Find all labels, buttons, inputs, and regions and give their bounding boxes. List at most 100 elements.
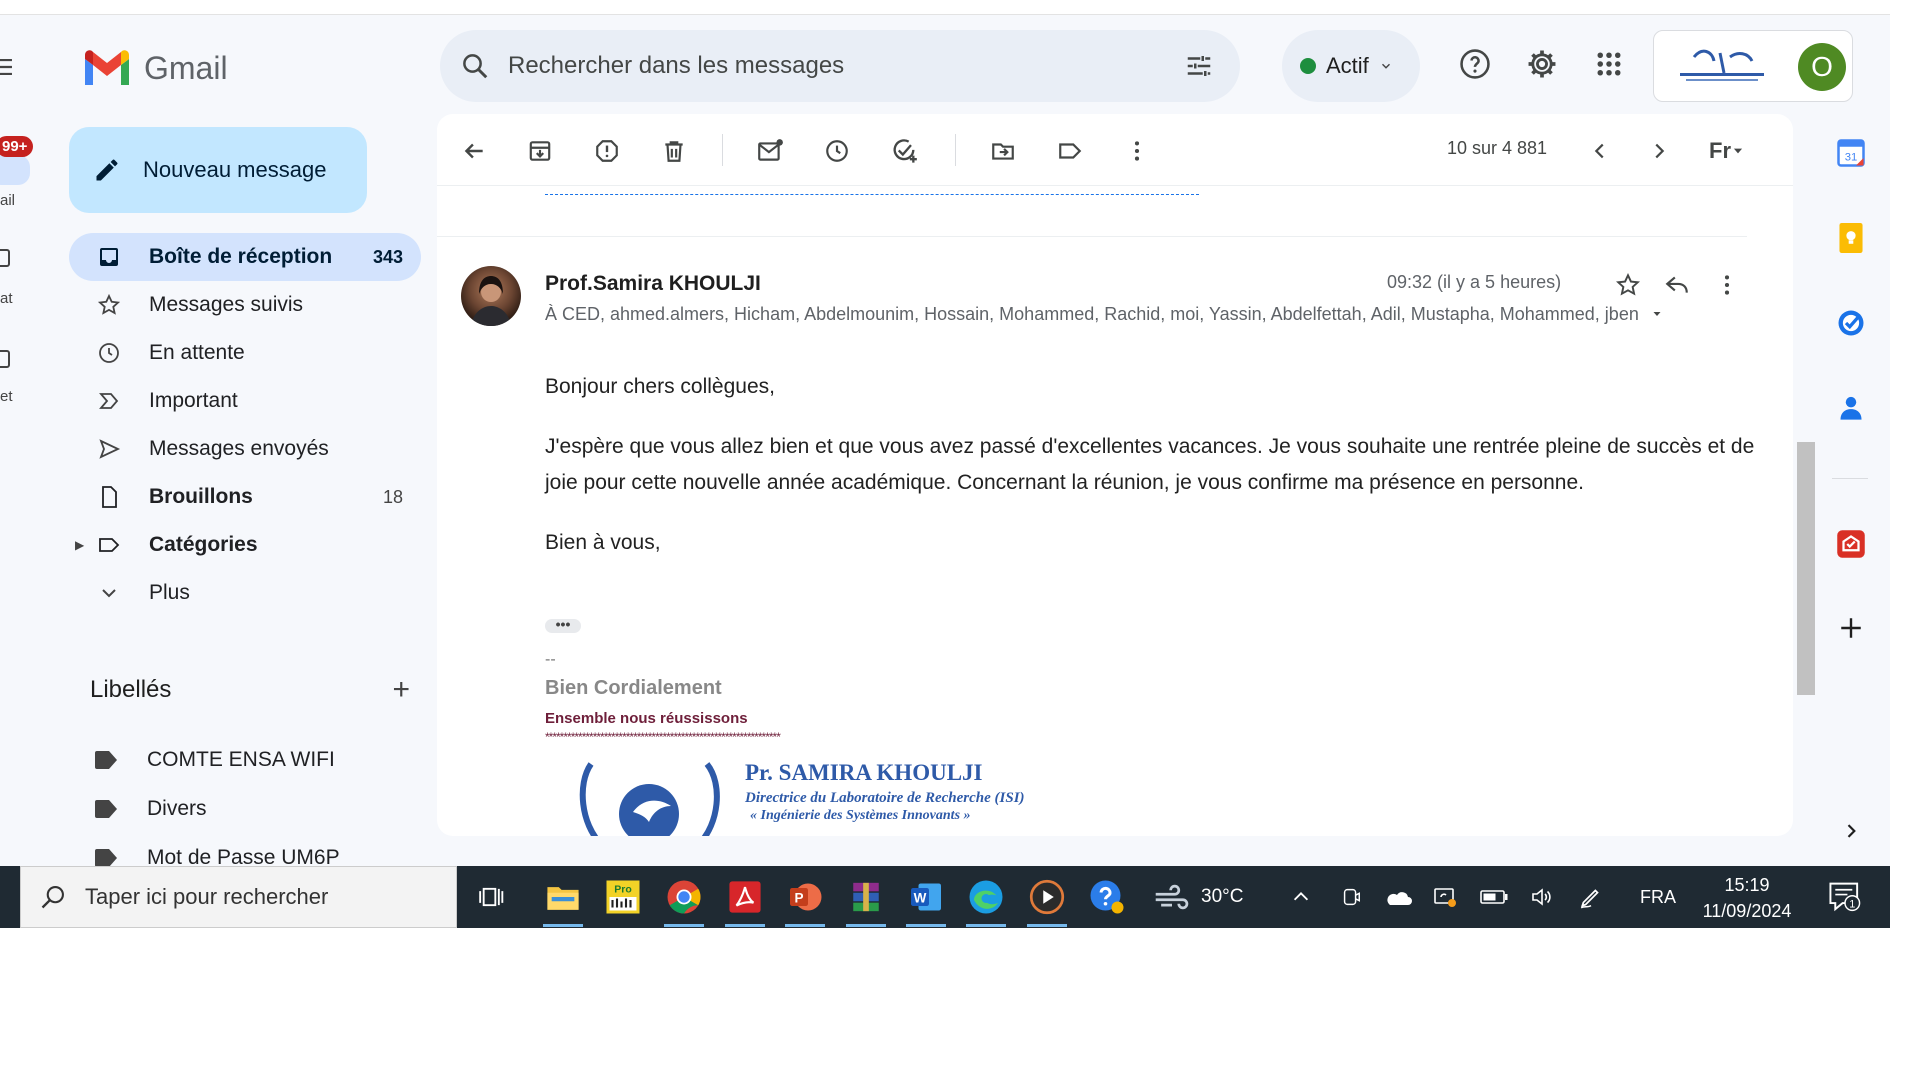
powerpoint-icon[interactable]: P [785,877,825,927]
settings-gear-icon[interactable] [1524,46,1560,82]
word-icon[interactable]: W [906,877,946,927]
chevron-left-icon[interactable] [1585,136,1615,166]
help-app-icon[interactable] [1087,877,1127,917]
sidebar: Gmail Nouveau message Boîte de réception… [50,15,430,869]
tasks-icon[interactable] [1834,306,1868,340]
battery-icon[interactable] [1480,866,1508,928]
nav-item-inbox[interactable]: Boîte de réception 343 [69,233,421,281]
notifications-icon[interactable]: 1 [1828,866,1862,928]
input-tools-button[interactable]: Fr [1699,136,1755,166]
label-icon[interactable] [1055,136,1085,166]
apps-grid-icon[interactable] [1591,46,1627,82]
labels-title: Libellés [90,676,172,703]
report-spam-icon[interactable] [592,136,622,166]
chrome-icon[interactable] [664,877,704,927]
recipients-line[interactable]: À CED, ahmed.almers, Hicham, Abdelmounim… [545,304,1664,325]
label-icon [95,848,117,867]
nav-item-sent[interactable]: Messages envoyés [69,425,421,473]
expand-caret-icon[interactable]: ▶ [75,538,84,552]
nav-item-more[interactable]: Plus [69,569,421,617]
rail-label-chat[interactable]: at [0,290,13,307]
back-arrow-icon[interactable] [459,136,489,166]
account-switcher[interactable]: O [1653,30,1853,102]
show-trimmed-content-button[interactable]: ••• [545,617,581,633]
update-status-icon[interactable] [1432,866,1458,928]
show-hidden-icons[interactable] [1290,866,1312,928]
meet-icon[interactable] [0,350,10,368]
search-icon [41,886,64,909]
winrar-icon[interactable] [846,877,886,927]
move-to-folder-icon[interactable] [988,136,1018,166]
system-clock[interactable]: 15:19 11/09/2024 [1692,872,1802,924]
add-addon-icon[interactable] [1834,611,1868,645]
contacts-icon[interactable] [1834,391,1868,425]
label-icon [95,750,117,769]
add-label-icon[interactable]: + [392,675,410,705]
nav-item-categories[interactable]: ▶ Catégories [69,521,421,569]
gmail-logo[interactable]: Gmail [82,49,228,87]
task-view-icon[interactable] [473,877,513,917]
archive-icon[interactable] [525,136,555,166]
search-input[interactable]: Rechercher dans les messages [508,52,1184,80]
search-icon[interactable] [460,51,490,81]
mail-rail-icon[interactable] [0,155,30,185]
mark-unread-icon[interactable] [755,136,785,166]
label-name: COMTE ENSA WIFI [147,747,335,771]
taskbar-search-placeholder: Taper ici pour rechercher [85,884,329,909]
reply-icon[interactable] [1662,270,1692,300]
status-button[interactable]: Actif [1282,30,1420,102]
calendar-icon[interactable]: 31 [1834,136,1868,170]
sender-avatar[interactable] [461,266,521,326]
closing: Bien à vous, [545,531,661,554]
toolbar-divider [722,134,723,166]
pen-ink-icon[interactable] [1578,866,1604,928]
help-icon[interactable] [1457,46,1493,82]
label-name: Divers [147,796,207,820]
sender-name[interactable]: Prof.Samira KHOULJI [545,272,761,296]
quoted-separator [545,194,1199,195]
chat-icon[interactable] [0,249,10,267]
snooze-clock-icon[interactable] [822,136,852,166]
message-divider [437,236,1747,237]
caret-down-icon [1733,148,1743,154]
acrobat-reader-icon[interactable] [725,877,765,927]
volume-icon[interactable] [1528,866,1556,928]
rail-label-meet[interactable]: et [0,388,13,405]
search-bar[interactable]: Rechercher dans les messages [440,30,1240,102]
star-icon[interactable] [1613,270,1643,300]
more-vert-icon[interactable] [1122,136,1152,166]
add-task-icon[interactable] [889,136,919,166]
edge-icon[interactable] [966,877,1006,927]
file-explorer-icon[interactable] [543,877,583,927]
keep-icon[interactable] [1834,221,1868,255]
label-item[interactable]: COMTE ENSA WIFI [95,735,340,784]
hide-panel-chevron-icon[interactable] [1834,814,1868,848]
nav-item-snoozed[interactable]: En attente [69,329,421,377]
label-item[interactable]: Divers [95,784,340,833]
caret-down-icon[interactable] [1650,308,1664,320]
meet-now-icon[interactable] [1340,866,1362,928]
rail-label-mail[interactable]: ail [0,192,15,209]
pro-app-icon[interactable]: Pro [603,877,643,917]
chevron-down-icon [95,579,123,607]
avatar[interactable]: O [1798,43,1846,91]
signature-dash: -- [545,651,556,668]
taskbar-search[interactable]: Taper ici pour rechercher [20,866,457,928]
addon-icon[interactable] [1834,527,1868,561]
nav-item-important[interactable]: Important [69,377,421,425]
search-options-icon[interactable] [1184,51,1214,81]
input-language[interactable]: FRA [1640,866,1676,928]
weather-widget[interactable]: 30°C [1153,866,1243,928]
onedrive-cloud-icon[interactable] [1384,866,1412,928]
nav-item-drafts[interactable]: Brouillons 18 [69,473,421,521]
delete-trash-icon[interactable] [659,136,689,166]
send-icon [95,435,123,463]
app-rail: ☰ 99+ ail at et [0,15,50,865]
menu-icon[interactable]: ☰ [0,55,14,81]
more-vert-icon[interactable] [1712,270,1742,300]
signature-subtitle: Directrice du Laboratoire de Recherche (… [745,790,1025,806]
compose-button[interactable]: Nouveau message [69,127,367,213]
media-player-icon[interactable] [1027,877,1067,927]
chevron-right-icon[interactable] [1644,136,1674,166]
nav-item-starred[interactable]: Messages suivis [69,281,421,329]
